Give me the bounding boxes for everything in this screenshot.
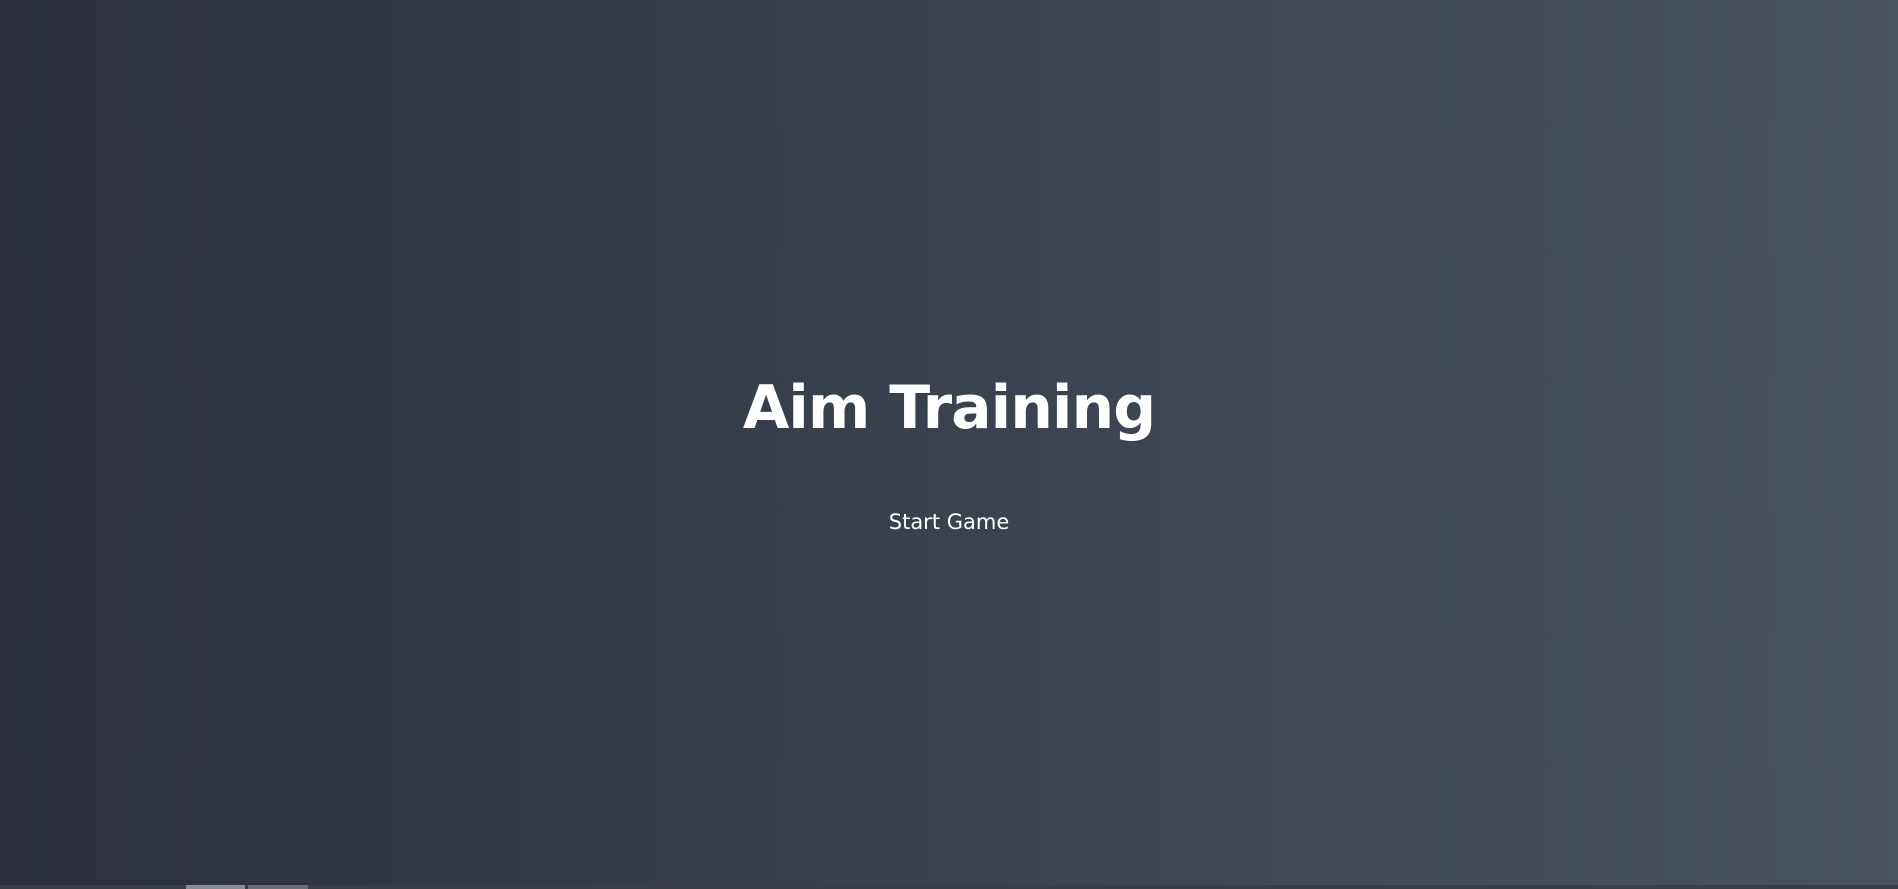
bottom-tab[interactable] <box>248 885 308 889</box>
start-game-button[interactable]: Start Game <box>849 505 1049 539</box>
game-title: Aim Training <box>742 373 1156 443</box>
bottom-tab[interactable] <box>186 885 245 889</box>
game-menu-screen: Aim Training Start Game <box>0 0 1898 885</box>
